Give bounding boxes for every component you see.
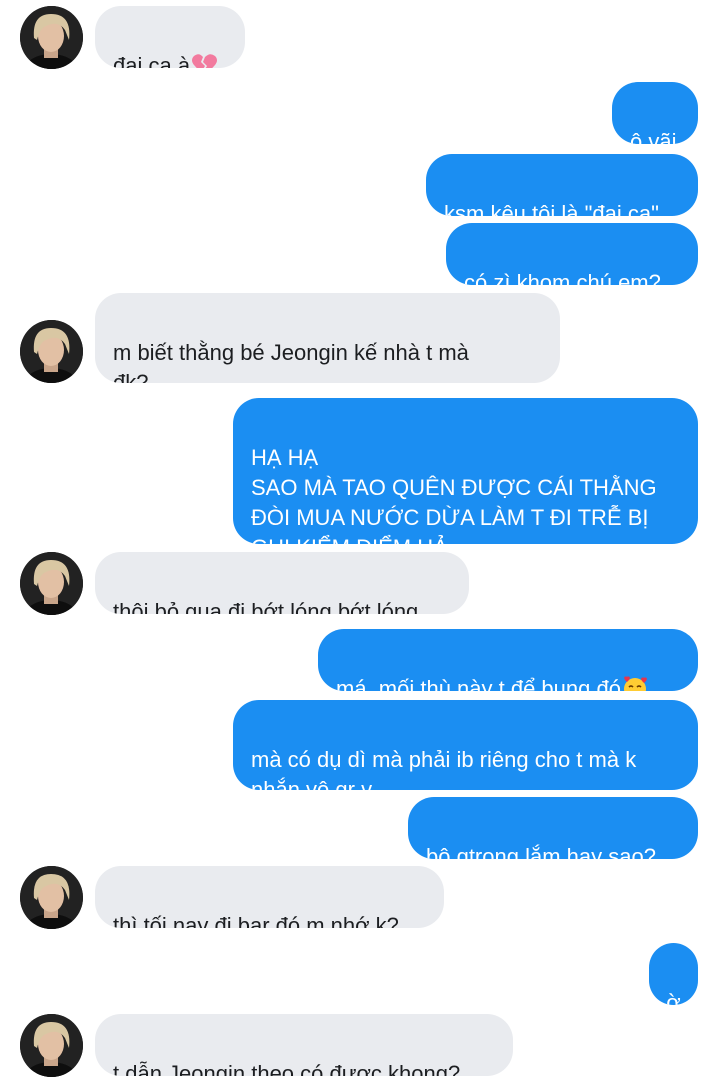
outgoing-message[interactable]: mà có dụ dì mà phải ib riêng cho t mà k … — [233, 700, 698, 790]
message-text: thì tối nay đi bar đó m nhớ k? — [113, 913, 399, 928]
avatar[interactable] — [20, 1014, 83, 1077]
message-text: bộ qtrong lắm hay sao? — [426, 844, 656, 859]
incoming-message[interactable]: thì tối nay đi bar đó m nhớ k? — [95, 866, 444, 928]
outgoing-message[interactable]: có zì khom chú em? — [446, 223, 698, 285]
outgoing-message[interactable]: má..mối thù này t để bụng đó — [318, 629, 698, 691]
avatar[interactable] — [20, 6, 83, 69]
incoming-message[interactable]: m biết thằng bé Jeongin kế nhà t mà đk? — [95, 293, 560, 383]
message-text: mà có dụ dì mà phải ib riêng cho t mà k … — [251, 747, 637, 790]
smiling-face-with-hearts-icon — [623, 676, 647, 691]
message-text: ô vãi — [630, 129, 677, 144]
incoming-message[interactable]: thôi bỏ qua đi bớt lóng bớt lóng — [95, 552, 469, 614]
avatar[interactable] — [20, 320, 83, 383]
message-text: ờ — [666, 990, 681, 1005]
incoming-message[interactable]: đại ca à — [95, 6, 245, 68]
avatar[interactable] — [20, 866, 83, 929]
outgoing-message[interactable]: ô vãi — [612, 82, 698, 144]
broken-heart-icon — [192, 54, 218, 68]
outgoing-message[interactable]: ờ — [649, 943, 698, 1005]
message-text: HẠ HẠ SAO MÀ TAO QUÊN ĐƯỢC CÁI THẰNG ĐÒI… — [251, 445, 657, 544]
message-text: có zì khom chú em? — [464, 270, 661, 285]
incoming-message[interactable]: t dẫn Jeongin theo có được khong? — [95, 1014, 513, 1076]
outgoing-message[interactable]: ksm kêu tôi là "đại ca" — [426, 154, 698, 216]
outgoing-message[interactable]: bộ qtrong lắm hay sao? — [408, 797, 698, 859]
message-text: m biết thằng bé Jeongin kế nhà t mà đk? — [113, 340, 469, 383]
outgoing-message[interactable]: HẠ HẠ SAO MÀ TAO QUÊN ĐƯỢC CÁI THẰNG ĐÒI… — [233, 398, 698, 544]
message-text: đại ca à — [113, 53, 191, 68]
avatar[interactable] — [20, 552, 83, 615]
message-text: t dẫn Jeongin theo có được khong? — [113, 1061, 461, 1076]
message-text: thôi bỏ qua đi bớt lóng bớt lóng — [113, 599, 419, 614]
chat-thread: đại ca à ô vãi ksm kêu tôi là "đại ca" c… — [0, 0, 720, 1085]
message-text: má..mối thù này t để bụng đó — [336, 676, 621, 691]
message-text: ksm kêu tôi là "đại ca" — [444, 201, 659, 216]
